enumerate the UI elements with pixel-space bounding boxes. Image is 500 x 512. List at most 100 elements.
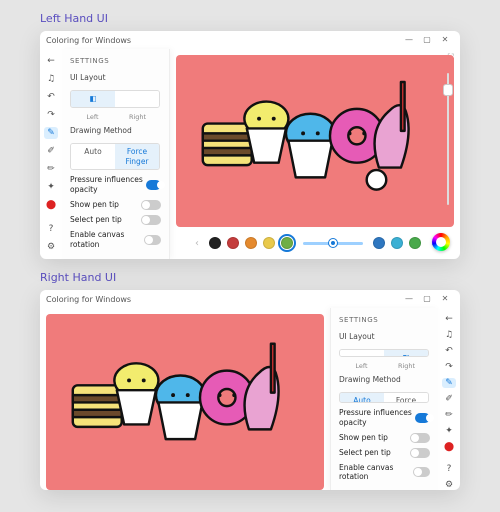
toggle-rotation[interactable]: Enable canvas rotation: [339, 463, 430, 483]
opacity-slider[interactable]: [444, 73, 452, 205]
brush-size-slider[interactable]: [303, 242, 363, 245]
ui-layout-left-option[interactable]: ◧: [71, 91, 115, 107]
close-button[interactable]: ✕: [436, 31, 454, 49]
swatch[interactable]: [373, 237, 385, 249]
close-button[interactable]: ✕: [436, 290, 454, 308]
minimize-button[interactable]: —: [400, 290, 418, 308]
back-icon[interactable]: ←: [44, 55, 58, 67]
ui-layout-segmented[interactable]: ◧: [70, 90, 160, 108]
toggle-show-tip-label: Show pen tip: [70, 200, 119, 210]
ui-layout-left-option[interactable]: [340, 350, 384, 356]
help-icon[interactable]: ?: [44, 223, 58, 235]
ui-layout-segmented[interactable]: ◧: [339, 349, 429, 357]
help-icon[interactable]: ?: [442, 464, 456, 474]
ui-layout-left-label: Left: [70, 113, 115, 121]
redo-icon[interactable]: ↷: [442, 362, 456, 372]
brush-tool-icon[interactable]: ✎: [442, 378, 456, 388]
ui-layout-sublabels: Left Right: [70, 113, 160, 121]
music-icon[interactable]: ♫: [442, 330, 456, 340]
settings-header: SETTINGS: [70, 57, 161, 66]
toggle-rotation[interactable]: Enable canvas rotation: [70, 230, 161, 250]
dropper-tool-icon[interactable]: ✦: [442, 426, 456, 436]
toggle-pressure-label: Pressure influences opacity: [70, 175, 146, 195]
pencil-tool-icon[interactable]: ✐: [44, 145, 58, 157]
settings-panel: SETTINGS UI Layout ◧ Left Right Drawing …: [62, 49, 170, 259]
app-window-left: Coloring for Windows — ▢ ✕ ← ♫ ↶ ↷ ✎ ✐ ✏…: [40, 31, 460, 259]
toggle-show-tip-label: Show pen tip: [339, 433, 388, 443]
drawing-method-force-finger[interactable]: Force Finger: [115, 144, 159, 170]
window-title: Coloring for Windows: [46, 295, 131, 304]
redo-icon[interactable]: ↷: [44, 109, 58, 121]
drawing-method-auto[interactable]: Auto: [71, 144, 115, 170]
caption-left: Left Hand UI: [40, 12, 500, 25]
tool-column: ← ♫ ↶ ↷ ✎ ✐ ✏ ✦ ⬤ ? ⚙: [40, 49, 62, 259]
ui-layout-right-option[interactable]: ◧: [384, 350, 428, 356]
settings-icon[interactable]: ⚙: [44, 241, 58, 253]
swatch[interactable]: [263, 237, 275, 249]
toggle-select-tip-switch[interactable]: [141, 215, 161, 225]
music-icon[interactable]: ♫: [44, 73, 58, 85]
maximize-button[interactable]: ▢: [418, 290, 436, 308]
ui-layout-right-label: Right: [115, 113, 160, 121]
window-title: Coloring for Windows: [46, 36, 131, 45]
artwork-doodle: [193, 65, 438, 216]
maximize-button[interactable]: ▢: [418, 31, 436, 49]
toggle-show-tip-switch[interactable]: [141, 200, 161, 210]
pencil-tool-icon[interactable]: ✐: [442, 394, 456, 404]
toggle-select-tip[interactable]: Select pen tip: [70, 215, 161, 225]
ui-layout-right-label: Right: [384, 362, 429, 370]
toggle-pressure-switch[interactable]: [415, 413, 430, 423]
ui-layout-right-option[interactable]: [115, 91, 159, 107]
dropper-tool-icon[interactable]: ✦: [44, 181, 58, 193]
ui-layout-label: UI Layout: [70, 73, 161, 83]
toggle-select-tip[interactable]: Select pen tip: [339, 448, 430, 458]
swatch[interactable]: [209, 237, 221, 249]
color-wheel-button[interactable]: [432, 233, 450, 251]
opacity-thumb[interactable]: [443, 84, 453, 96]
brush-tool-icon[interactable]: ✎: [44, 127, 58, 139]
titlebar: Coloring for Windows — ▢ ✕: [40, 31, 460, 49]
settings-panel: SETTINGS UI Layout ◧ Left Right Drawing …: [330, 308, 438, 490]
palette-tool-icon[interactable]: ⬤: [44, 199, 58, 211]
toggle-pressure[interactable]: Pressure influences opacity: [339, 408, 430, 428]
marker-tool-icon[interactable]: ✏: [44, 163, 58, 175]
brush-size-knob[interactable]: [329, 239, 337, 247]
titlebar: Coloring for Windows — ▢ ✕: [40, 290, 460, 308]
canvas[interactable]: [46, 314, 324, 490]
drawing-method-force-finger[interactable]: Force Finger: [384, 393, 428, 402]
caption-right: Right Hand UI: [40, 271, 500, 284]
toggle-select-tip-switch[interactable]: [410, 448, 430, 458]
toggle-show-tip[interactable]: Show pen tip: [70, 200, 161, 210]
toggle-rotation-switch[interactable]: [144, 235, 161, 245]
toggle-pressure-label: Pressure influences opacity: [339, 408, 415, 428]
swatch[interactable]: [391, 237, 403, 249]
drawing-method-segmented[interactable]: Auto Force Finger: [339, 392, 429, 403]
drawing-method-segmented[interactable]: Auto Force Finger: [70, 143, 160, 171]
swatch[interactable]: [245, 237, 257, 249]
drawing-method-auto[interactable]: Auto: [340, 393, 384, 402]
toggle-select-tip-label: Select pen tip: [339, 448, 391, 458]
settings-icon[interactable]: ⚙: [442, 480, 456, 490]
toggle-rotation-switch[interactable]: [413, 467, 430, 477]
swatch-selected[interactable]: [281, 237, 293, 249]
minimize-button[interactable]: —: [400, 31, 418, 49]
canvas-area: ⛶: [170, 49, 460, 259]
palette-tool-icon[interactable]: ⬤: [442, 442, 456, 452]
palette-prev[interactable]: ‹: [191, 238, 203, 249]
toggle-pressure[interactable]: Pressure influences opacity: [70, 175, 161, 195]
undo-icon[interactable]: ↶: [442, 346, 456, 356]
toggle-show-tip[interactable]: Show pen tip: [339, 433, 430, 443]
tool-column: ← ♫ ↶ ↷ ✎ ✐ ✏ ✦ ⬤ ? ⚙: [438, 308, 460, 490]
undo-icon[interactable]: ↶: [44, 91, 58, 103]
swatch[interactable]: [227, 237, 239, 249]
toggle-pressure-switch[interactable]: [146, 180, 161, 190]
swatch[interactable]: [409, 237, 421, 249]
toggle-rotation-label: Enable canvas rotation: [339, 463, 413, 483]
ui-layout-left-label: Left: [339, 362, 384, 370]
marker-tool-icon[interactable]: ✏: [442, 410, 456, 420]
drawing-method-label: Drawing Method: [70, 126, 161, 136]
canvas[interactable]: [176, 55, 454, 227]
toggle-show-tip-switch[interactable]: [410, 433, 430, 443]
back-icon[interactable]: ←: [442, 314, 456, 324]
drawing-method-label: Drawing Method: [339, 375, 430, 385]
